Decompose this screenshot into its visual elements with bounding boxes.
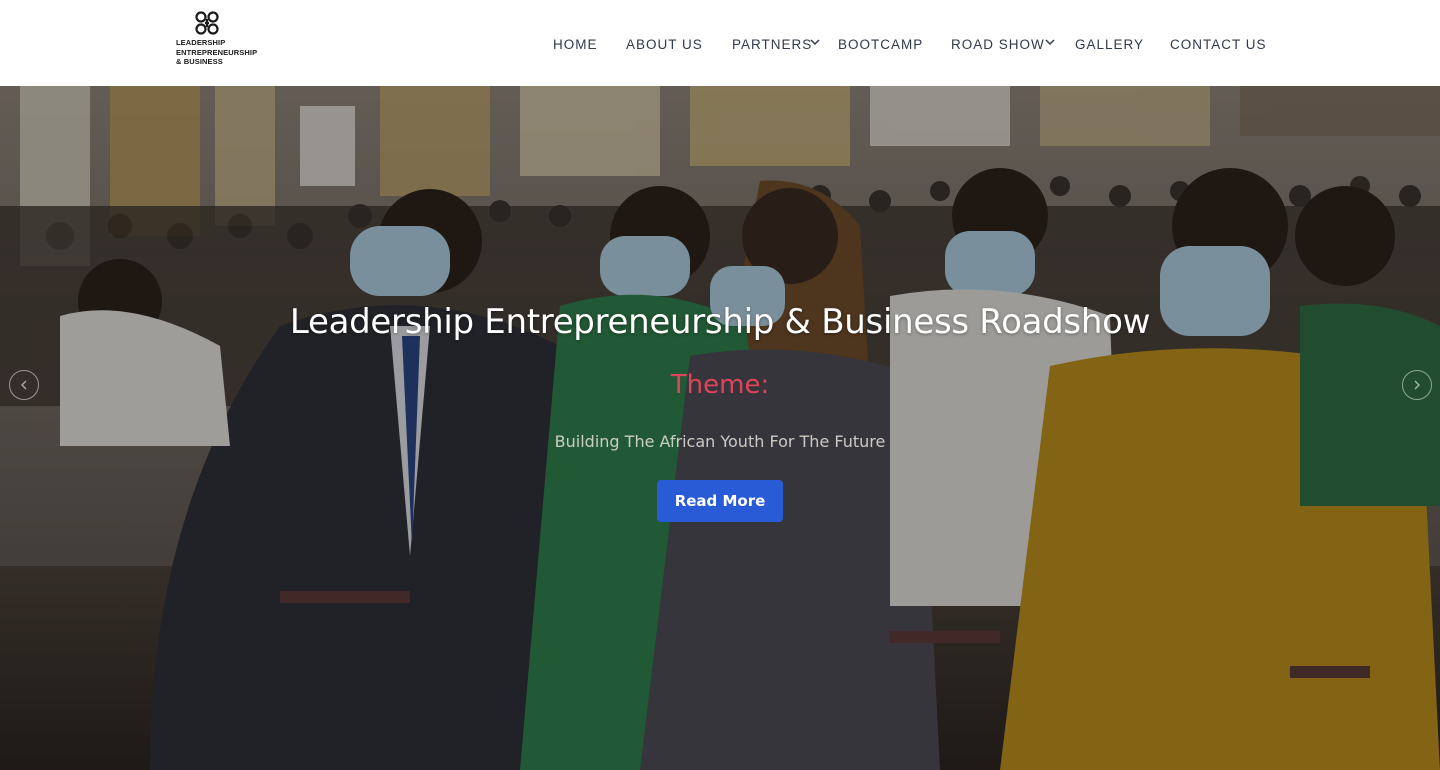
- hero-subtitle: Building The African Youth For The Futur…: [554, 432, 886, 451]
- chevron-right-icon: [1414, 380, 1420, 390]
- nav-item-partners[interactable]: PARTNERS: [732, 37, 812, 52]
- nav-item-about-us[interactable]: ABOUT US: [626, 37, 703, 52]
- nav-item-contact-us[interactable]: CONTACT US: [1170, 37, 1267, 52]
- slider-next-button[interactable]: [1402, 370, 1432, 400]
- hero-slider: Leadership Entrepreneurship & Business R…: [0, 86, 1440, 770]
- main-nav: HOME ABOUT US PARTNERS BOOTCAMP ROAD SHO…: [0, 0, 1440, 86]
- hero-theme-label: Theme:: [670, 370, 770, 400]
- nav-item-gallery[interactable]: GALLERY: [1075, 37, 1144, 52]
- chevron-down-icon[interactable]: [810, 37, 820, 47]
- nav-item-home[interactable]: HOME: [553, 37, 598, 52]
- slider-prev-button[interactable]: [9, 370, 39, 400]
- nav-item-bootcamp[interactable]: BOOTCAMP: [838, 37, 923, 52]
- nav-item-road-show[interactable]: ROAD SHOW: [951, 37, 1045, 52]
- read-more-button[interactable]: Read More: [657, 480, 783, 522]
- chevron-down-icon[interactable]: [1045, 37, 1055, 47]
- hero-dark-overlay: [0, 86, 1440, 770]
- chevron-left-icon: [21, 380, 27, 390]
- hero-title: Leadership Entrepreneurship & Business R…: [289, 302, 1151, 342]
- site-header: LEADERSHIP ENTREPRENEURSHIP & BUSINESS H…: [0, 0, 1440, 86]
